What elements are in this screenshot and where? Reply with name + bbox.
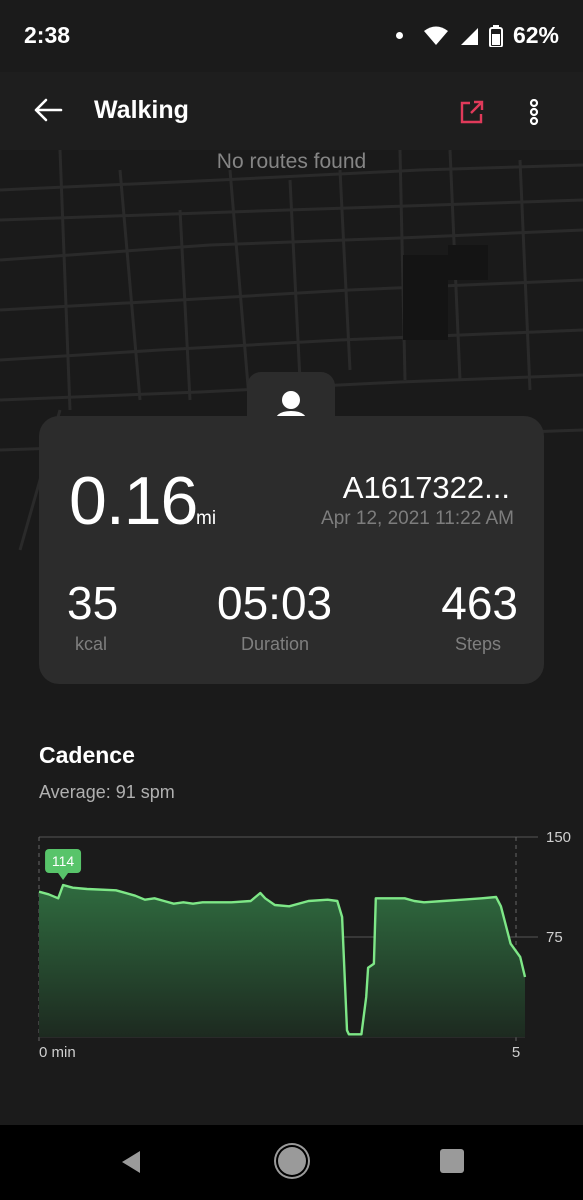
y-tick-label: 150	[546, 829, 571, 846]
duration-label: Duration	[241, 634, 310, 654]
svg-text:114: 114	[52, 853, 75, 869]
status-time: 2:38	[24, 22, 71, 48]
wifi-icon	[423, 26, 448, 45]
y-tick-label: 75	[546, 929, 563, 946]
steps-value: 463	[441, 577, 518, 629]
arrow-left-icon	[34, 98, 63, 122]
page-title: Walking	[94, 96, 189, 124]
more-vertical-icon	[529, 99, 539, 125]
battery-icon	[488, 24, 503, 47]
app-bar: Walking	[0, 72, 583, 150]
calories-label: kcal	[75, 634, 108, 654]
nav-recents-icon[interactable]	[440, 1149, 464, 1173]
share-button[interactable]	[452, 92, 492, 132]
status-bar: 2:38 62%	[0, 0, 583, 72]
cadence-title: Cadence	[39, 742, 135, 768]
nav-back-icon[interactable]	[118, 1149, 144, 1175]
device-name: A1617322...	[342, 470, 510, 505]
cadence-chart[interactable]: 150 75 0 min 5 114	[0, 820, 583, 1070]
no-routes-message: No routes found	[216, 150, 367, 173]
peak-label: 114	[45, 849, 82, 880]
system-nav-bar	[0, 1125, 583, 1200]
distance-unit: mi	[196, 508, 217, 529]
share-external-icon	[460, 100, 484, 124]
more-options-button[interactable]	[516, 92, 552, 132]
duration-value: 05:03	[217, 577, 333, 629]
activity-summary-card: 0.16 mi A1617322... Apr 12, 2021 11:22 A…	[39, 416, 544, 684]
cadence-average: Average: 91 spm	[39, 782, 175, 802]
x-tick-label: 0 min	[39, 1044, 76, 1061]
battery-percent: 62%	[512, 22, 559, 48]
x-tick-label: 5	[512, 1044, 520, 1061]
activity-date: Apr 12, 2021 11:22 AM	[321, 508, 514, 529]
steps-label: Steps	[454, 634, 501, 654]
back-button[interactable]	[26, 90, 70, 130]
calories-value: 35	[67, 577, 119, 629]
distance-value: 0.16	[69, 463, 198, 539]
nav-home-icon[interactable]	[278, 1147, 306, 1175]
notification-dot-icon	[395, 32, 403, 39]
cadence-area	[39, 885, 525, 1037]
signal-icon	[460, 27, 478, 45]
status-icons: 62%	[395, 22, 559, 49]
